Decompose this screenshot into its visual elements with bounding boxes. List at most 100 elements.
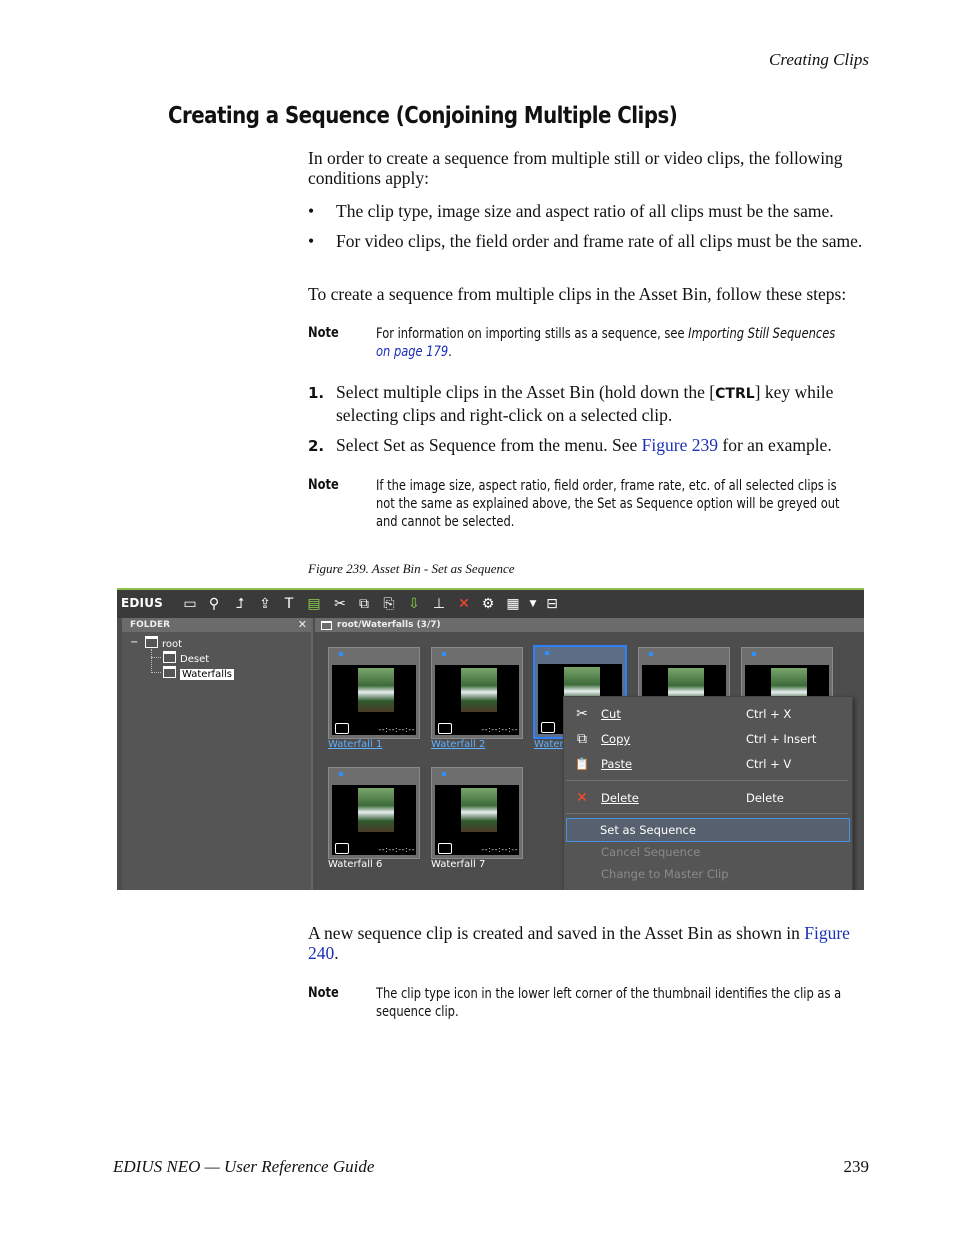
clip-timecode: --:--:--:--	[378, 845, 415, 854]
clip-label[interactable]: Waterfall 2	[431, 739, 485, 750]
clip-label[interactable]: Waterfall 1	[328, 739, 382, 750]
menu-item-shortcut: Ctrl + Insert	[746, 732, 817, 746]
note-text: The clip type icon in the lower left cor…	[376, 986, 842, 1020]
folder-icon	[145, 636, 158, 648]
note-text-part: For information on importing stills as a…	[376, 326, 689, 342]
panel-icon[interactable]: ⊟	[543, 595, 561, 613]
ctrl-key: CTRL	[715, 386, 755, 402]
folder-panel-header: FOLDER ✕	[122, 618, 311, 632]
clip-marker	[442, 652, 446, 656]
tree-item-waterfalls[interactable]: Waterfalls	[163, 666, 234, 681]
asset-bin-toolbar: EDIUS ▭ ⚲ ⮥ ⇪ T ▤ ✂ ⧉ ⎘ ⇩ ⊥ ✕ ⚙ ▦ ▼ ⊟	[117, 590, 864, 618]
clip-marker	[649, 652, 653, 656]
note-ref-title: Importing Still Sequences	[688, 326, 836, 342]
folder-icon[interactable]: ▭	[181, 595, 199, 613]
step-number: 2.	[308, 437, 325, 455]
delete-icon[interactable]: ✕	[455, 595, 473, 613]
footer-title: EDIUS NEO — User Reference Guide	[113, 1157, 375, 1176]
menu-item-label: Change to Master Clip	[601, 867, 729, 881]
clip-label[interactable]: Water	[534, 739, 564, 750]
clip-thumbnail[interactable]: --:--:--:--	[431, 647, 523, 739]
menu-item-paste[interactable]: 📋 Paste Ctrl + V	[564, 753, 852, 775]
note-text-end: .	[448, 344, 452, 360]
clip-marker	[752, 652, 756, 656]
bin-path: root/Waterfalls (3/7)	[337, 620, 441, 630]
step-text-part: Select multiple clips in the Asset Bin (…	[336, 382, 716, 402]
camera-icon	[438, 723, 452, 734]
cut-icon[interactable]: ✂	[331, 595, 349, 613]
menu-item-label: Copy	[601, 732, 631, 746]
clip-label[interactable]: Waterfall 7	[431, 859, 485, 870]
menu-item-cut[interactable]: ✂ Cut Ctrl + X	[564, 703, 852, 725]
menu-item-cancel-sequence[interactable]: Cancel Sequence	[564, 841, 852, 863]
note-text: For information on importing stills as a…	[376, 325, 852, 361]
step-number: 1.	[308, 384, 325, 402]
tree-connector	[151, 657, 161, 658]
menu-item-change-to-master-clip[interactable]: Change to Master Clip	[564, 863, 852, 885]
intro-paragraph: In order to create a sequence from multi…	[308, 148, 843, 188]
add-to-timeline-icon[interactable]: ⇩	[405, 595, 423, 613]
bullet-text: For video clips, the field order and fra…	[336, 231, 863, 251]
tree-connector	[151, 649, 152, 673]
properties-icon[interactable]: ⚙	[479, 595, 497, 613]
tree-connector	[151, 672, 161, 673]
step-text-part: for an example.	[718, 435, 832, 455]
menu-item-delete[interactable]: ✕ Delete Delete	[564, 787, 852, 809]
import-icon[interactable]: ⇪	[256, 595, 274, 613]
camera-icon	[438, 843, 452, 854]
search-icon[interactable]: ⚲	[205, 595, 223, 613]
view-icon[interactable]: ▦	[504, 595, 522, 613]
steps-intro: To create a sequence from multiple clips…	[308, 284, 847, 304]
close-icon[interactable]: ✕	[298, 618, 307, 632]
asset-bin-screenshot: EDIUS ▭ ⚲ ⮥ ⇪ T ▤ ✂ ⧉ ⎘ ⇩ ⊥ ✕ ⚙ ▦ ▼ ⊟ FO…	[117, 588, 864, 890]
figure-239-link[interactable]: Figure 239	[642, 435, 718, 455]
paragraph-text: .	[334, 943, 339, 963]
clip-marker	[339, 652, 343, 656]
paragraph-text: A new sequence clip is created and saved…	[308, 923, 805, 943]
menu-item-set-as-sequence[interactable]: Set as Sequence	[566, 818, 850, 842]
clip-label[interactable]: Waterfall 6	[328, 859, 382, 870]
clip-timecode: --:--:--:--	[481, 725, 518, 734]
section-title: Creating a Sequence (Conjoining Multiple…	[168, 103, 678, 129]
clip-marker	[442, 772, 446, 776]
note-text: If the image size, aspect ratio, field o…	[376, 478, 840, 530]
up-folder-icon[interactable]: ⮥	[231, 595, 249, 613]
edius-logo: EDIUS	[121, 596, 164, 610]
title-icon[interactable]: T	[280, 595, 298, 613]
bullet-text: The clip type, image size and aspect rat…	[336, 201, 834, 221]
note-label: Note	[308, 477, 339, 493]
note-page-link[interactable]: on page 179	[376, 344, 448, 360]
note-label: Note	[308, 325, 339, 341]
paste-icon[interactable]: ⎘	[380, 595, 398, 613]
tree-expander[interactable]: −	[130, 636, 138, 649]
color-bars-icon[interactable]: ▤	[305, 595, 323, 613]
step-text-part: Select Set as Sequence from the menu. Se…	[336, 435, 642, 455]
copy-icon[interactable]: ⧉	[355, 595, 373, 613]
tree-item-label: Deset	[180, 654, 210, 665]
tree-item-deset[interactable]: Deset	[163, 651, 209, 666]
waterfall-image	[358, 668, 394, 712]
clip-thumbnail[interactable]: --:--:--:--	[328, 647, 420, 739]
running-head: Creating Clips	[769, 50, 869, 69]
menu-separator	[566, 813, 848, 814]
copy-icon: ⧉	[577, 731, 587, 747]
folder-panel: FOLDER ✕ − root Deset Waterfalls	[122, 618, 313, 890]
clip-thumbnail[interactable]: --:--:--:--	[431, 767, 523, 859]
clip-marker	[339, 772, 343, 776]
menu-item-label: Delete	[601, 791, 639, 805]
waterfall-image	[461, 668, 497, 712]
timeline-insert-icon[interactable]: ⊥	[430, 595, 448, 613]
chevron-down-icon[interactable]: ▼	[524, 595, 542, 613]
bin-header: root/Waterfalls (3/7)	[315, 618, 864, 632]
step-text: Select Set as Sequence from the menu. Se…	[336, 435, 876, 456]
camera-icon	[541, 722, 555, 733]
menu-item-label: Paste	[601, 757, 633, 771]
folder-icon	[163, 651, 176, 663]
menu-item-copy[interactable]: ⧉ Copy Ctrl + Insert	[564, 728, 852, 750]
tree-item-label: root	[162, 639, 183, 650]
menu-item-label: Set as Sequence	[600, 823, 696, 837]
clip-timecode: --:--:--:--	[481, 845, 518, 854]
tree-item-label: Waterfalls	[180, 669, 234, 680]
clip-thumbnail[interactable]: --:--:--:--	[328, 767, 420, 859]
folder-panel-title: FOLDER	[130, 620, 171, 630]
